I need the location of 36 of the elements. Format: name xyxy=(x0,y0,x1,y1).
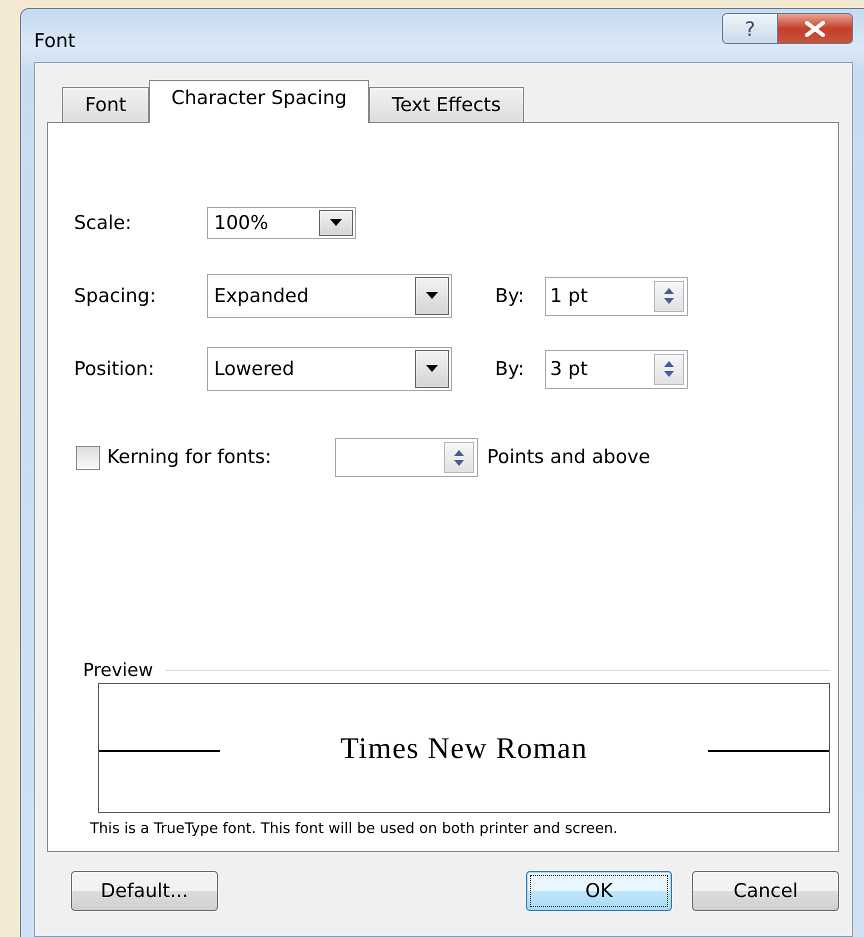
spin-field[interactable]: 3 pt xyxy=(545,350,688,388)
field-label: Points and above xyxy=(487,445,650,470)
spin-field[interactable] xyxy=(335,438,478,477)
dialog-button[interactable]: Default... xyxy=(71,871,218,911)
spin-button[interactable] xyxy=(444,442,474,473)
caret-icon xyxy=(330,219,342,227)
caret-icon xyxy=(426,292,438,300)
spin-button[interactable] xyxy=(654,354,684,384)
dropdown-button[interactable] xyxy=(415,277,449,315)
dialog-button[interactable]: OK xyxy=(526,871,672,911)
close-button[interactable] xyxy=(778,13,853,44)
tab[interactable]: Text Effects xyxy=(368,87,524,123)
field-label: Scale: xyxy=(74,210,133,236)
preview-label: Preview xyxy=(83,658,154,683)
caret-icon xyxy=(426,365,438,373)
dialog-button[interactable]: Cancel xyxy=(692,871,840,911)
dropdown-button[interactable] xyxy=(319,210,353,236)
help-button[interactable]: ? xyxy=(722,13,778,44)
field-label: Position: xyxy=(74,356,156,382)
dropdown-button[interactable] xyxy=(415,350,449,388)
dropdown[interactable]: Lowered xyxy=(207,347,452,391)
tab[interactable]: Font xyxy=(62,87,150,123)
checkbox-label: Kerning for fonts: xyxy=(107,445,272,470)
field-label: By: xyxy=(495,356,526,382)
dropdown[interactable]: Expanded xyxy=(207,274,452,318)
field-label: By: xyxy=(495,284,526,309)
font-info-text: This is a TrueType font. This font will be used on both printer and screen. xyxy=(90,820,619,840)
close-icon xyxy=(804,20,826,36)
checkbox[interactable] xyxy=(76,446,100,470)
spin-button[interactable] xyxy=(654,280,684,312)
spin-field[interactable]: 1 pt xyxy=(545,276,688,316)
dropdown[interactable]: 100% xyxy=(207,207,356,239)
preview-sample-text: Times New Roman xyxy=(339,730,589,767)
window-title: Font xyxy=(34,29,76,54)
tab[interactable]: Character Spacing xyxy=(149,80,369,123)
field-label: Spacing: xyxy=(74,284,157,309)
